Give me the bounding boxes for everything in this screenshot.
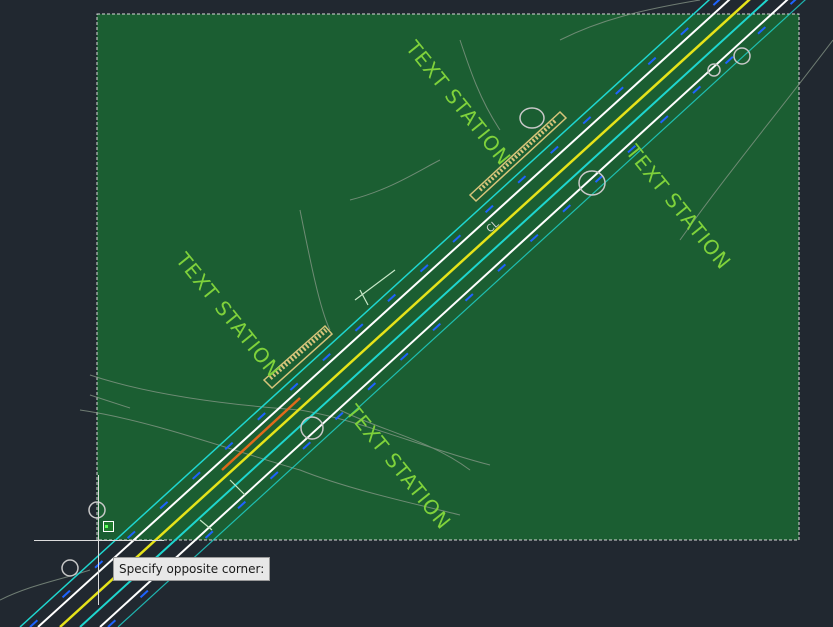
- pickbox-dot: [105, 525, 108, 528]
- command-prompt-tooltip: Specify opposite corner:: [113, 557, 271, 581]
- cad-drawing[interactable]: TEXT STATION TEXT STATION TEXT STATION T…: [0, 0, 833, 627]
- drawing-viewport[interactable]: TEXT STATION TEXT STATION TEXT STATION T…: [0, 0, 833, 627]
- crosshair-horizontal: [34, 540, 164, 541]
- crosshair-vertical: [98, 475, 99, 605]
- selection-pickbox-icon: [103, 521, 114, 532]
